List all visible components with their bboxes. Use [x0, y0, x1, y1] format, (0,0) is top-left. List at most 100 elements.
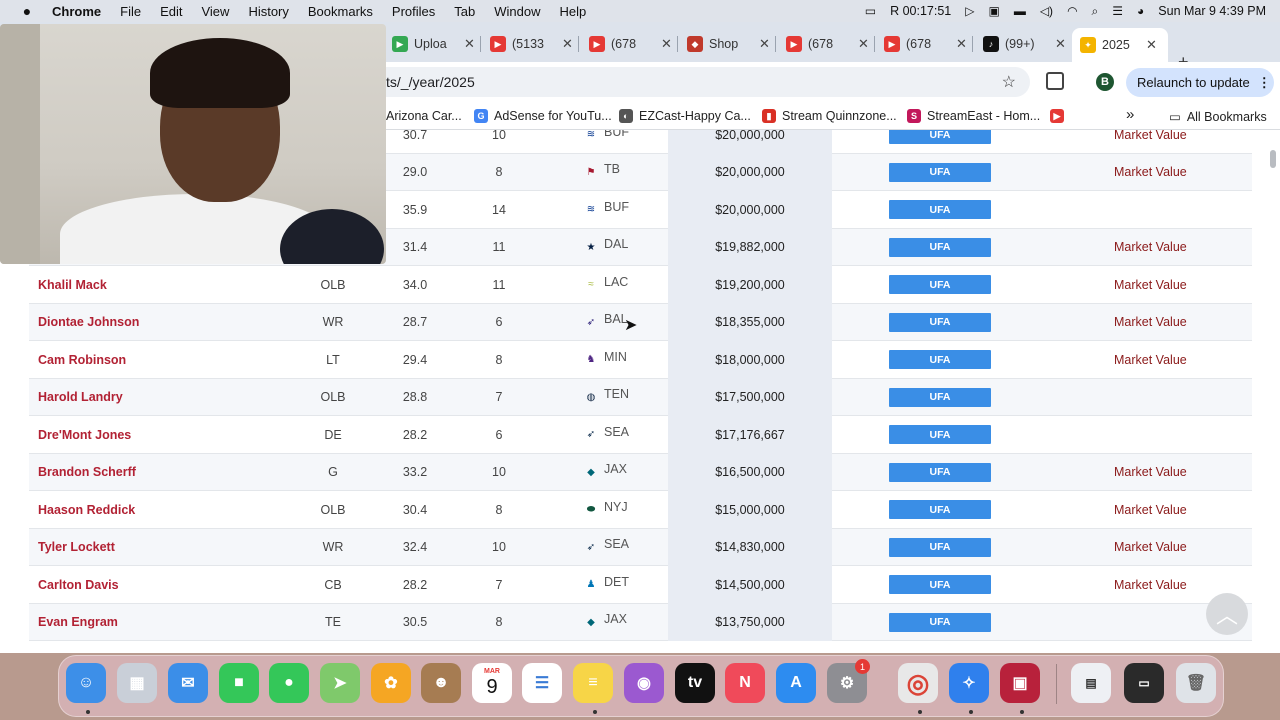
recording-timer[interactable]: R 00:17:51 [890, 4, 951, 18]
podcasts-icon[interactable]: ◉ [624, 663, 664, 703]
screen-recorder-icon[interactable]: ▣ [1000, 663, 1040, 703]
market-value-link[interactable]: Market Value [1114, 229, 1187, 267]
market-value-link[interactable]: Market Value [1114, 454, 1187, 492]
team[interactable]: ★ DAL [582, 229, 629, 267]
close-tab-icon[interactable]: ✕ [1055, 36, 1066, 52]
siri-icon[interactable]: ◕ [1137, 4, 1144, 18]
team[interactable]: ◆ JAX [582, 454, 627, 492]
tab-shop[interactable]: ◆ Shop ✕ [687, 30, 770, 58]
trash-icon[interactable]: 🗑 [1176, 663, 1216, 703]
team[interactable]: ♞ MIN [582, 341, 627, 379]
mail-icon[interactable]: ✉ [168, 663, 208, 703]
tab-youtube-3[interactable]: ▶ (678 ✕ [786, 30, 869, 58]
close-tab-icon[interactable]: ✕ [759, 36, 770, 52]
photos-icon[interactable]: ✿ [371, 663, 411, 703]
notes-icon[interactable]: ≡ [573, 663, 613, 703]
bookmark-quinnzone[interactable]: ▮ Stream Quinnzone... [762, 109, 897, 123]
team[interactable]: ◆ JAX [582, 604, 627, 642]
menu-window[interactable]: Window [494, 4, 540, 19]
player-name-link[interactable]: Evan Engram [38, 604, 118, 642]
team[interactable]: ≋ BUF [582, 191, 629, 229]
tab-youtube-1[interactable]: ▶ (5133 ✕ [490, 30, 573, 58]
relaunch-button[interactable]: Relaunch to update ⋮ [1126, 68, 1274, 97]
bookmark-youtube[interactable]: ▶ [1050, 109, 1070, 123]
safari-icon[interactable]: ✧ [949, 663, 989, 703]
player-name-link[interactable]: Dre'Mont Jones [38, 416, 131, 454]
market-value-link[interactable]: Market Value [1114, 266, 1187, 304]
close-tab-icon[interactable]: ✕ [464, 36, 475, 52]
team[interactable]: ≈ LAC [582, 266, 628, 304]
extensions-icon[interactable] [1046, 72, 1064, 90]
appstore-icon[interactable]: A [776, 663, 816, 703]
close-tab-icon[interactable]: ✕ [956, 36, 967, 52]
screenshot-stack-icon[interactable]: ▭ [1124, 663, 1164, 703]
market-value-link[interactable]: Market Value [1114, 341, 1187, 379]
volume-icon[interactable]: ◁) [1040, 4, 1053, 18]
display-icon[interactable]: ▣ [988, 4, 999, 18]
market-value-link[interactable]: Market Value [1114, 529, 1187, 567]
market-value-link[interactable]: Market Value [1114, 130, 1187, 154]
chrome-icon[interactable]: ◎ [898, 663, 938, 703]
close-tab-icon[interactable]: ✕ [1146, 37, 1157, 53]
menu-edit[interactable]: Edit [160, 4, 182, 19]
close-tab-icon[interactable]: ✕ [858, 36, 869, 52]
market-value-link[interactable]: Market Value [1114, 491, 1187, 529]
close-tab-icon[interactable]: ✕ [562, 36, 573, 52]
wifi-icon[interactable]: ◠ [1067, 4, 1077, 18]
menu-help[interactable]: Help [560, 4, 587, 19]
team[interactable]: ⬬ NYJ [582, 491, 628, 529]
team[interactable]: ➶ SEA [582, 416, 629, 454]
team[interactable]: ♟ DET [582, 566, 629, 604]
bookmark-adsense[interactable]: G AdSense for YouTu... [474, 109, 612, 123]
scroll-to-top-button[interactable]: ︿ [1206, 593, 1248, 635]
player-name-link[interactable]: Carlton Davis [38, 566, 119, 604]
scrollbar-thumb[interactable] [1270, 150, 1276, 168]
keyboard-icon[interactable]: ▭ [865, 4, 876, 18]
apple-icon[interactable]: ● [18, 3, 36, 19]
team[interactable]: ➶ BAL [582, 304, 628, 342]
tab-youtube-2[interactable]: ▶ (678 ✕ [589, 30, 672, 58]
player-name-link[interactable]: Haason Reddick [38, 491, 135, 529]
battery-icon[interactable]: ▬ [1014, 4, 1026, 18]
menu-profiles[interactable]: Profiles [392, 4, 435, 19]
menu-bookmarks[interactable]: Bookmarks [308, 4, 373, 19]
finder-icon[interactable]: ☺ [66, 663, 106, 703]
bookmark-streameast[interactable]: S StreamEast - Hom... [907, 109, 1040, 123]
tab-tiktok[interactable]: ♪ (99+) ✕ [983, 30, 1066, 58]
menu-history[interactable]: History [248, 4, 288, 19]
more-menu-icon[interactable]: ⋮ [1258, 75, 1271, 91]
player-name-link[interactable]: Cam Robinson [38, 341, 126, 379]
menu-view[interactable]: View [201, 4, 229, 19]
close-tab-icon[interactable]: ✕ [661, 36, 672, 52]
menu-file[interactable]: File [120, 4, 141, 19]
player-name-link[interactable]: Harold Landry [38, 379, 123, 417]
play-icon[interactable]: ▷ [965, 4, 974, 18]
market-value-link[interactable]: Market Value [1114, 304, 1187, 342]
team[interactable]: ➶ SEA [582, 529, 629, 567]
contacts-icon[interactable]: ☻ [421, 663, 461, 703]
player-name-link[interactable]: Diontae Johnson [38, 304, 139, 342]
menu-chrome[interactable]: Chrome [52, 4, 101, 19]
team[interactable]: ≋ BUF [582, 130, 629, 154]
clock[interactable]: Sun Mar 9 4:39 PM [1158, 4, 1266, 18]
player-name-link[interactable]: Tyler Lockett [38, 529, 115, 567]
appletv-icon[interactable]: tv [675, 663, 715, 703]
tab-youtube-4[interactable]: ▶ (678 ✕ [884, 30, 967, 58]
player-name-link[interactable]: Brandon Scherff [38, 454, 136, 492]
news-icon[interactable]: N [725, 663, 765, 703]
calendar-icon[interactable]: MAR 9 [472, 663, 512, 703]
messages-icon[interactable]: ● [269, 663, 309, 703]
spotlight-icon[interactable]: ⌕ [1092, 4, 1099, 19]
downloads-stack-icon[interactable]: ▤ [1071, 663, 1111, 703]
launchpad-icon[interactable]: ▦ [117, 663, 157, 703]
bookmark-star-icon[interactable]: ☆ [1002, 72, 1016, 92]
market-value-link[interactable]: Market Value [1114, 566, 1187, 604]
url-text[interactable]: ts/_/year/2025 [386, 74, 475, 90]
team[interactable]: ⚑ TB [582, 154, 620, 192]
bookmark-ezcast[interactable]: ◐ EZCast-Happy Ca... [619, 109, 751, 123]
facetime-icon[interactable]: ■ [219, 663, 259, 703]
bookmarks-overflow-icon[interactable]: » [1126, 106, 1134, 123]
control-center-icon[interactable]: ☰ [1112, 4, 1123, 18]
bookmark-arizona[interactable]: Arizona Car... [386, 109, 462, 123]
maps-icon[interactable]: ➤ [320, 663, 360, 703]
